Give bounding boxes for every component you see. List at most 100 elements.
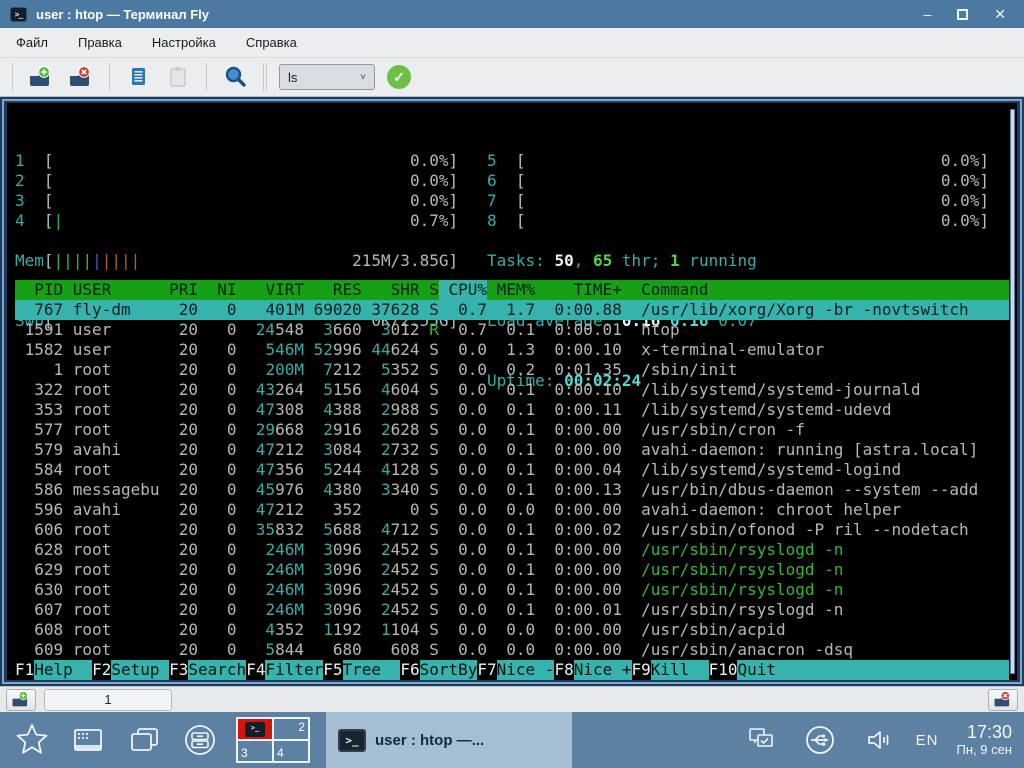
bracket: ]: [979, 171, 989, 191]
workspace-1[interactable]: >_: [237, 718, 273, 740]
minimize-icon[interactable]: –: [923, 0, 931, 28]
process-row[interactable]: 1582user200546M5299644624S0.01.30:00.10x…: [15, 340, 1009, 360]
process-row[interactable]: 607root200246M30962452S0.00.10:00.01/usr…: [15, 600, 1009, 620]
column-header-s[interactable]: S: [420, 280, 439, 300]
process-row[interactable]: 353root2004730843882988S0.00.10:00.11/li…: [15, 400, 1009, 420]
workspace-4[interactable]: 4: [273, 740, 309, 762]
function-key-f8[interactable]: F8Nice +: [554, 660, 631, 680]
close-icon[interactable]: ✕: [994, 0, 1006, 28]
function-key-f10[interactable]: F10Quit: [709, 660, 1009, 680]
function-key-f2[interactable]: F2Setup: [92, 660, 169, 680]
process-row[interactable]: 608root200435211921104S0.00.00:00.00/usr…: [15, 620, 1009, 640]
command-select[interactable]: ls ˅: [279, 64, 375, 90]
time-cell: 0:00.10: [535, 380, 622, 400]
process-table-header[interactable]: PIDUSERPRINIVIRTRESSHRSCPU%MEM%TIME+Comm…: [15, 280, 1009, 300]
pri-cell: 20: [159, 380, 198, 400]
column-header-pid[interactable]: PID: [15, 280, 63, 300]
process-row[interactable]: 322root2004326451564604S0.00.10:00.10/li…: [15, 380, 1009, 400]
storage-button[interactable]: [180, 720, 220, 760]
process-row[interactable]: 767fly-dm200401M6902037628S0.71.70:00.88…: [15, 300, 1009, 320]
terminal-scrollbar[interactable]: [1010, 109, 1015, 674]
process-row[interactable]: 1591user2002454836603012R0.70.10:00.01ht…: [15, 320, 1009, 340]
tabbar-new-tab-button[interactable]: [6, 689, 36, 711]
clock[interactable]: 17:30 Пн, 9 сен: [957, 723, 1013, 757]
process-row[interactable]: 629root200246M30962452S0.00.10:00.00/usr…: [15, 560, 1009, 580]
column-header-mem[interactable]: MEM%: [487, 280, 535, 300]
process-row[interactable]: 579avahi2004721230842732S0.00.10:00.00av…: [15, 440, 1009, 460]
maximize-icon[interactable]: [957, 9, 968, 20]
titlebar[interactable]: >_ user : htop — Терминал Fly – ✕: [0, 0, 1024, 28]
process-row[interactable]: 586messagebu2004597643803340S0.00.10:00.…: [15, 480, 1009, 500]
keyboard-layout-indicator[interactable]: EN: [916, 732, 939, 749]
column-header-cpu[interactable]: CPU%: [439, 280, 487, 300]
close-tab-button[interactable]: [65, 62, 97, 92]
run-command-button[interactable]: ✓: [383, 62, 415, 92]
pid-cell: 1582: [15, 340, 63, 360]
taskbar-task-button[interactable]: >_ user : htop —...: [326, 712, 572, 768]
volume-tray-button[interactable]: [858, 720, 898, 760]
meter-fill: [54, 191, 410, 211]
column-header-command[interactable]: Command: [622, 280, 1009, 300]
column-header-ni[interactable]: NI: [198, 280, 237, 300]
mem-bar: |: [121, 251, 131, 270]
window-list-button[interactable]: [124, 720, 164, 760]
memory-value: 246M: [237, 560, 304, 580]
function-key-f4[interactable]: F4Filter: [246, 660, 323, 680]
tabbar-close-tab-button[interactable]: [988, 689, 1018, 711]
memory-value: 7212: [304, 360, 362, 380]
usb-tray-button[interactable]: [800, 720, 840, 760]
memory-value: 3096: [304, 580, 362, 600]
memory-value: 5844: [237, 640, 304, 660]
virtual-keyboard-button[interactable]: [68, 720, 108, 760]
paste-button[interactable]: [162, 62, 194, 92]
process-row[interactable]: 1root200200M72125352S0.00.20:01.35/sbin/…: [15, 360, 1009, 380]
process-row[interactable]: 628root200246M30962452S0.00.10:00.00/usr…: [15, 540, 1009, 560]
terminal-screen[interactable]: 1[0.0%]2[0.0%]3[0.0%]4[|0.7%] 5[0.0%]6[0…: [7, 103, 1009, 680]
menu-help[interactable]: Справка: [246, 35, 297, 50]
copy-button[interactable]: [122, 62, 154, 92]
column-header-virt[interactable]: VIRT: [237, 280, 304, 300]
process-row[interactable]: 609root2005844680608S0.00.00:00.00/usr/s…: [15, 640, 1009, 660]
process-row[interactable]: 630root200246M30962452S0.00.10:00.00/usr…: [15, 580, 1009, 600]
user-cell: root: [63, 360, 159, 380]
memory-value: 246M: [237, 540, 304, 560]
cpu-cell: 0.0: [439, 340, 487, 360]
function-key-f6[interactable]: F6SortBy: [400, 660, 477, 680]
function-key-f3[interactable]: F3Search: [169, 660, 246, 680]
user-cell: root: [63, 380, 159, 400]
start-menu-button[interactable]: [12, 720, 52, 760]
new-tab-button[interactable]: [25, 62, 57, 92]
mem-bar: |: [102, 251, 112, 270]
column-header-user[interactable]: USER: [63, 280, 159, 300]
menu-edit[interactable]: Правка: [78, 35, 122, 50]
cpu-percent: 0.0%: [410, 191, 449, 211]
window-title: user : htop — Терминал Fly: [36, 7, 209, 22]
process-row[interactable]: 577root2002966829162628S0.00.10:00.00/us…: [15, 420, 1009, 440]
memory-value: 4352: [237, 620, 304, 640]
process-row[interactable]: 606root2003583256884712S0.00.10:00.02/us…: [15, 520, 1009, 540]
workspace-3[interactable]: 3: [237, 740, 273, 762]
column-header-pri[interactable]: PRI: [159, 280, 198, 300]
meter-fill: [526, 191, 941, 211]
time-cell: 0:01.35: [535, 360, 622, 380]
bracket: [: [44, 171, 54, 191]
column-header-res[interactable]: RES: [304, 280, 362, 300]
column-header-time[interactable]: TIME+: [535, 280, 622, 300]
menu-file[interactable]: Файл: [16, 35, 48, 50]
workspace-2[interactable]: 2: [273, 718, 309, 740]
network-tray-button[interactable]: [742, 720, 782, 760]
memory-value: 5244: [304, 460, 362, 480]
menu-settings[interactable]: Настройка: [152, 35, 216, 50]
function-key-f9[interactable]: F9Kill: [632, 660, 709, 680]
search-button[interactable]: [219, 62, 251, 92]
function-key-f7[interactable]: F7Nice -: [477, 660, 554, 680]
process-row[interactable]: 584root2004735652444128S0.00.10:00.04/li…: [15, 460, 1009, 480]
memory-value: 3012: [362, 320, 420, 340]
time-cell: 0:00.02: [535, 520, 622, 540]
process-row[interactable]: 596avahi200472123520S0.00.00:00.00avahi-…: [15, 500, 1009, 520]
terminal-tab-1[interactable]: 1: [44, 689, 172, 711]
function-key-f5[interactable]: F5Tree: [323, 660, 400, 680]
function-key-f1[interactable]: F1Help: [15, 660, 92, 680]
command-cell: /lib/systemd/systemd-udevd: [622, 400, 1009, 420]
column-header-shr[interactable]: SHR: [362, 280, 420, 300]
